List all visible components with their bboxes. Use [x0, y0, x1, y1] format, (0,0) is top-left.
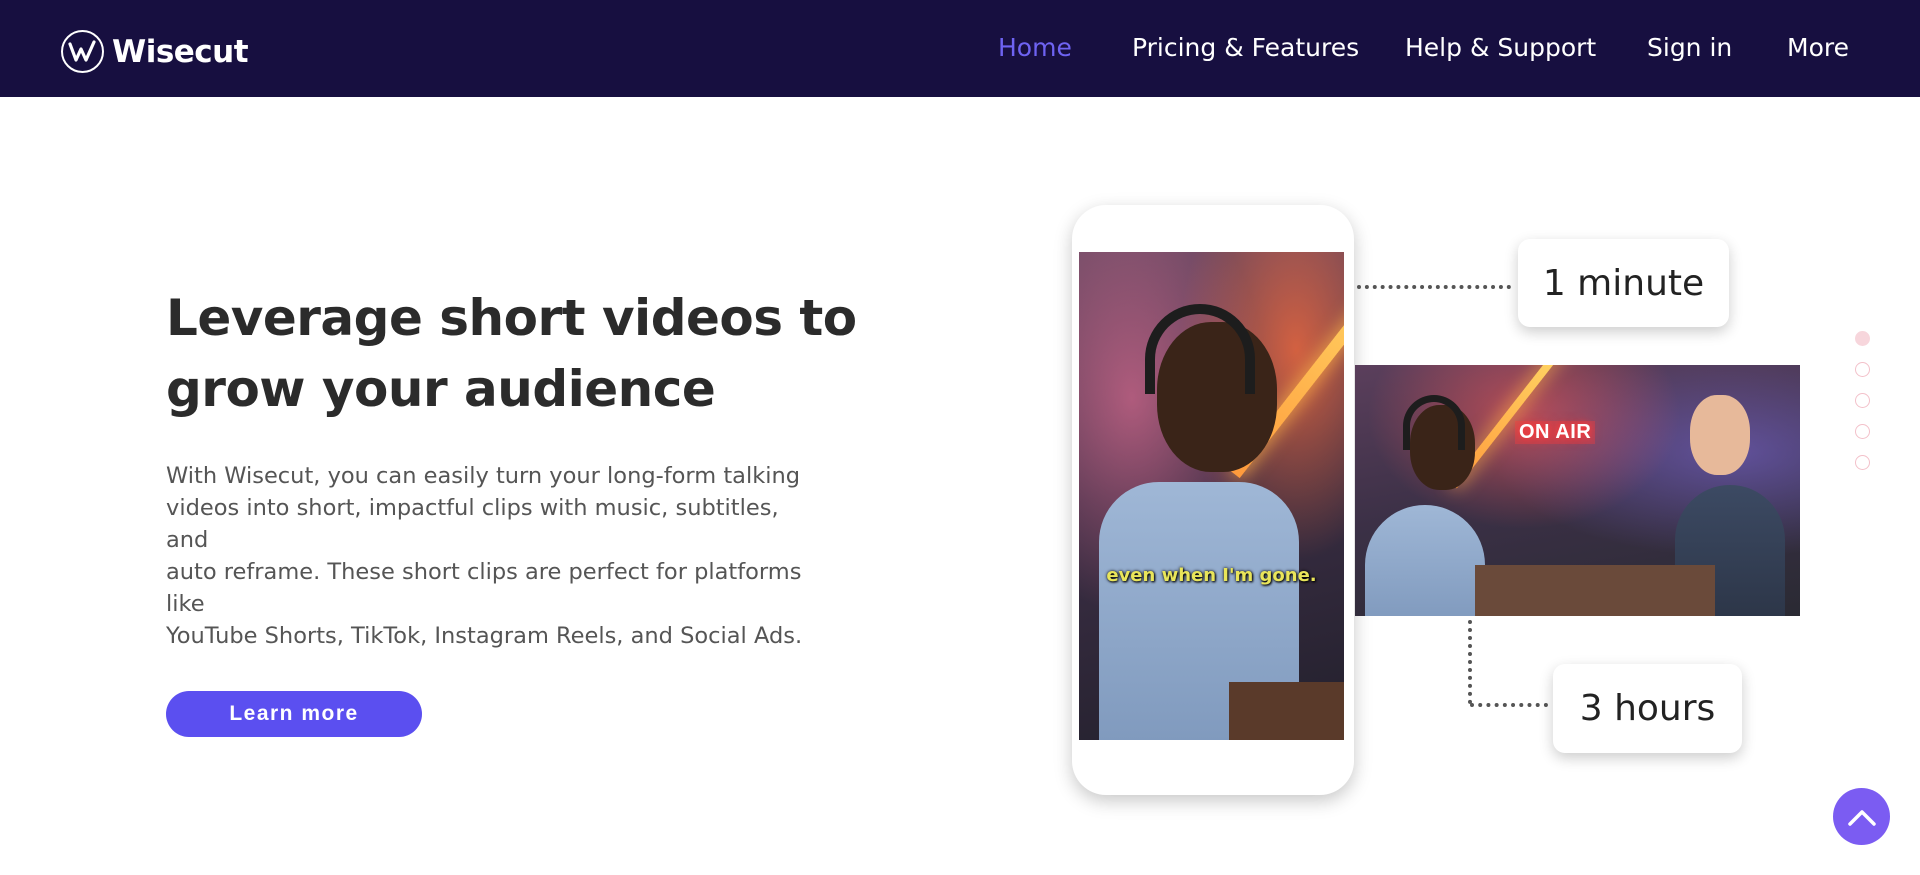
clip-subtitle: even when I'm gone.: [1106, 565, 1317, 586]
main-nav: Home Pricing & Features Help & Support S…: [0, 33, 1920, 73]
on-air-sign: ON AIR: [1515, 421, 1596, 444]
carousel-dot-5[interactable]: [1855, 455, 1870, 470]
description-line: auto reframe. These short clips are perf…: [166, 559, 802, 617]
site-header: Wisecut Home Pricing & Features Help & S…: [0, 0, 1920, 97]
learn-more-button[interactable]: Learn more: [166, 691, 422, 737]
back-to-top-button[interactable]: [1833, 788, 1890, 845]
host-shirt: [1365, 505, 1485, 616]
nav-pricing-features[interactable]: Pricing & Features: [1132, 33, 1359, 62]
connector-long-vertical: [1468, 620, 1472, 704]
carousel-dot-4[interactable]: [1855, 424, 1870, 439]
headphones: [1145, 304, 1255, 394]
headline-line-1: Leverage short videos to: [166, 289, 857, 347]
chevron-up-icon: [1847, 809, 1876, 826]
hero-headline: Leverage short videos to grow your audie…: [166, 283, 866, 425]
nav-more[interactable]: More: [1787, 33, 1849, 62]
description-line: With Wisecut, you can easily turn your l…: [166, 463, 801, 489]
short-clip-image: [1079, 252, 1344, 740]
headphones: [1403, 395, 1465, 450]
guest-head: [1690, 395, 1750, 475]
carousel-dot-3[interactable]: [1855, 393, 1870, 408]
short-duration-card: 1 minute: [1518, 239, 1729, 327]
headline-line-2: grow your audience: [166, 360, 716, 418]
nav-help-support[interactable]: Help & Support: [1405, 33, 1596, 62]
hero-description: With Wisecut, you can easily turn your l…: [166, 460, 826, 652]
description-line: videos into short, impactful clips with …: [166, 495, 779, 553]
carousel-dot-1[interactable]: [1855, 331, 1870, 346]
connector-long-horizontal: [1470, 703, 1548, 707]
nav-home[interactable]: Home: [998, 33, 1072, 62]
desk: [1229, 682, 1344, 740]
nav-sign-in[interactable]: Sign in: [1647, 33, 1732, 62]
long-duration-label: 3 hours: [1579, 688, 1716, 729]
studio-desk: [1475, 565, 1715, 616]
description-line: YouTube Shorts, TikTok, Instagram Reels,…: [166, 623, 803, 649]
short-duration-label: 1 minute: [1542, 262, 1705, 304]
carousel-dot-2[interactable]: [1855, 362, 1870, 377]
long-video-image: ON AIR: [1355, 365, 1800, 616]
carousel-dots: [1855, 331, 1871, 486]
connector-short: [1357, 285, 1511, 289]
long-duration-card: 3 hours: [1553, 664, 1742, 753]
